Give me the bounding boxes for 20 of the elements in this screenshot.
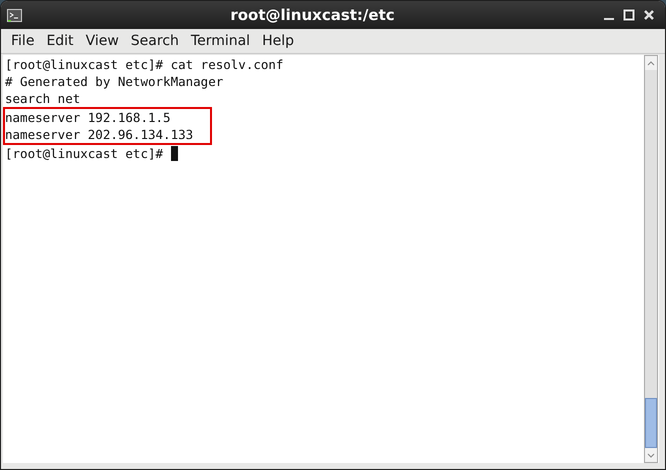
scroll-up-icon[interactable] <box>647 60 655 66</box>
menu-item[interactable]: Edit <box>40 30 80 52</box>
menu-item[interactable]: Search <box>124 30 185 52</box>
menu-item[interactable]: View <box>80 30 125 52</box>
terminal-line: search net <box>5 90 80 107</box>
menu-item[interactable]: Terminal <box>184 30 256 52</box>
terminal-line: nameserver 202.96.134.133 <box>5 126 194 143</box>
terminal-icon <box>7 8 22 22</box>
scroll-thumb[interactable] <box>645 398 657 448</box>
terminal-line: [root@linuxcast etc]# <box>5 145 164 162</box>
terminal-line: # Generated by NetworkManager <box>5 73 224 90</box>
terminal-line: nameserver 192.168.1.5 <box>5 109 171 126</box>
terminal-line: [root@linuxcast etc]# cat resolv.conf <box>5 56 284 73</box>
scrollbar[interactable] <box>644 55 658 463</box>
menu-item[interactable]: File <box>5 30 40 52</box>
scroll-down-icon[interactable] <box>647 452 655 458</box>
menu-item[interactable]: Help <box>256 30 300 52</box>
maximize-icon[interactable] <box>623 9 635 21</box>
window-title: root@linuxcast:/etc <box>229 4 396 26</box>
close-icon[interactable] <box>643 9 655 21</box>
